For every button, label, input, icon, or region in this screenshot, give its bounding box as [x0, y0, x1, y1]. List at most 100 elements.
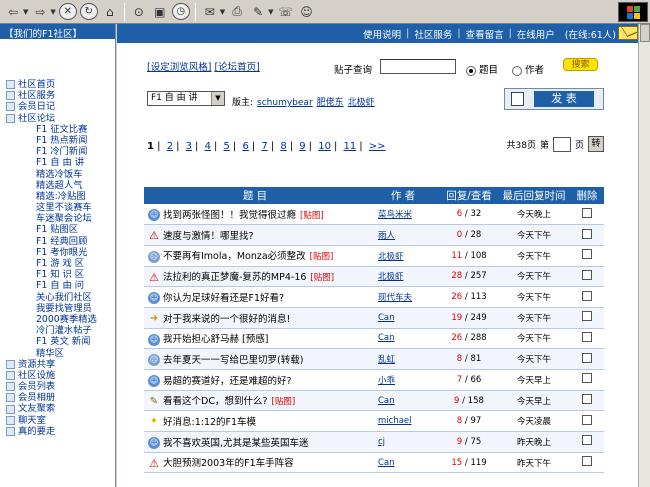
radio-title[interactable] [466, 65, 476, 76]
sidebar-item-facilities[interactable]: 社区设施 [0, 370, 115, 381]
sidebar-subitem[interactable]: F1 英文 新闻 [0, 336, 115, 347]
sidebar-subitem[interactable]: F1 征文比赛 [0, 124, 115, 135]
author-link[interactable]: 现代车夫 [378, 293, 412, 303]
search-icon[interactable]: ⊙ [130, 3, 148, 21]
delete-checkbox[interactable] [582, 352, 592, 363]
history-icon[interactable]: ◷ [171, 3, 190, 20]
delete-checkbox[interactable] [582, 414, 592, 425]
sidebar-subitem[interactable]: F1 热点新闻 [0, 135, 115, 146]
chevron-down-icon[interactable]: ▼ [211, 92, 224, 105]
scrollbar-thumb[interactable] [640, 24, 650, 42]
page-link[interactable]: 5 [224, 141, 230, 152]
delete-checkbox[interactable] [582, 373, 592, 384]
page-link[interactable]: 11 [344, 141, 357, 152]
goto-page-button[interactable]: 转 [588, 136, 604, 152]
page-link[interactable]: 9 [299, 141, 305, 152]
topic-link[interactable]: 法拉利的真正梦魔-复苏的MP4-16 [163, 272, 306, 283]
sidebar-item-resources[interactable]: 资源共享 [0, 359, 115, 370]
delete-checkbox[interactable] [582, 290, 592, 301]
moderator-link[interactable]: 肥佬东 [317, 98, 344, 108]
search-button[interactable]: 搜索 [563, 58, 598, 71]
page-link[interactable]: 2 [167, 141, 173, 152]
edit-icon[interactable]: ✎ [249, 3, 267, 21]
sidebar-item-chat[interactable]: 聊天室 [0, 415, 115, 426]
search-by-author[interactable]: 作者 [512, 62, 544, 76]
search-by-title[interactable]: 题目 [466, 62, 498, 76]
page-link[interactable]: 10 [318, 141, 331, 152]
page-link[interactable]: 4 [205, 141, 211, 152]
topic-link[interactable]: 易超的赛道好，还是难超的好? [163, 376, 292, 387]
page-link[interactable]: 3 [186, 141, 192, 152]
author-link[interactable]: 乱虹 [378, 355, 395, 365]
next-pages-link[interactable]: >> [369, 141, 386, 152]
sidebar-subitem[interactable]: F1 自 由 问 [0, 280, 115, 291]
page-number-input[interactable] [552, 136, 571, 152]
sidebar-subitem[interactable]: 车迷聚会论坛 [0, 213, 115, 224]
author-link[interactable]: Can [378, 458, 395, 468]
new-post-button[interactable]: 发 表 [504, 88, 604, 110]
topic-link[interactable]: 你认为足球好看还是F1好看? [163, 293, 284, 304]
topic-link[interactable]: 去年夏天一一写给巴里切罗(转载) [163, 355, 303, 366]
sidebar-subitem[interactable]: F1 冷门新闻 [0, 146, 115, 157]
radio-author[interactable] [512, 65, 522, 76]
sidebar-subitem[interactable]: 关心我们社区 [0, 292, 115, 303]
moderator-link[interactable]: 北极虾 [348, 98, 375, 108]
sidebar-item-home[interactable]: 社区首页 [0, 79, 115, 90]
sidebar-subitem[interactable]: F1 自 由 讲 [0, 157, 115, 168]
sidebar-subitem[interactable]: 精华区 [0, 348, 115, 359]
sidebar-subitem[interactable]: F1 贴图区 [0, 224, 115, 235]
sidebar-item-friends[interactable]: 文友聚索 [0, 403, 115, 414]
mail-dropdown-icon[interactable]: ▼ [220, 8, 225, 16]
sidebar-item-exit[interactable]: 真的要走 [0, 426, 115, 437]
topic-link[interactable]: 对于我来说的一个很好的消息! [163, 314, 290, 325]
sidebar-subitem[interactable]: F1 游 戏 区 [0, 258, 115, 269]
nav-help[interactable]: 使用说明 [363, 27, 401, 41]
nav-online-users[interactable]: 在线用户 [517, 27, 555, 41]
sidebar-subitem[interactable]: 2000赛季精选 [0, 314, 115, 325]
delete-checkbox[interactable] [582, 456, 592, 467]
search-input[interactable] [380, 59, 456, 74]
author-link[interactable]: 雨人 [378, 231, 395, 241]
author-link[interactable]: michael [378, 416, 412, 426]
forum-home-link[interactable]: [论坛首页] [214, 62, 259, 73]
sidebar-item-members[interactable]: 会员列表 [0, 381, 115, 392]
stop-icon[interactable]: ✕ [58, 3, 77, 20]
sidebar-subitem[interactable]: 精选超人气 [0, 180, 115, 191]
home-icon[interactable]: ⌂ [101, 3, 119, 21]
mail-icon[interactable]: ✉ [201, 3, 219, 21]
page-link[interactable]: 8 [280, 141, 286, 152]
back-dropdown-icon[interactable]: ▼ [23, 8, 28, 16]
vertical-scrollbar[interactable] [638, 24, 650, 487]
page-link[interactable]: 7 [261, 141, 267, 152]
print-icon[interactable]: ⎙ [228, 3, 246, 21]
delete-checkbox[interactable] [582, 207, 592, 218]
delete-checkbox[interactable] [582, 311, 592, 322]
delete-checkbox[interactable] [582, 228, 592, 239]
discuss-icon[interactable]: ☏ [277, 3, 295, 21]
author-link[interactable]: Can [378, 396, 395, 406]
author-link[interactable]: 北极虾 [378, 272, 404, 282]
topic-link[interactable]: 我开始担心舒马赫 [预感] [163, 334, 268, 345]
author-link[interactable]: Can [378, 333, 395, 343]
refresh-icon[interactable]: ↻ [79, 3, 98, 20]
sidebar-subitem[interactable]: 这里不谈赛车 [0, 202, 115, 213]
nav-messages[interactable]: 查看留言 [466, 27, 504, 41]
delete-checkbox[interactable] [582, 269, 592, 280]
sidebar-subitem[interactable]: 冷门灌水帖子 [0, 325, 115, 336]
sidebar-subitem[interactable]: 精选:冷贴图 [0, 191, 115, 202]
sidebar-subitem[interactable]: 精选冷饭车 [0, 169, 115, 180]
style-settings-link[interactable]: [设定浏览风格] [147, 62, 211, 73]
favorites-icon[interactable]: ▣ [151, 3, 169, 21]
edit-dropdown-icon[interactable]: ▼ [268, 8, 273, 16]
delete-checkbox[interactable] [582, 249, 592, 260]
forum-select[interactable]: F1 自 由 讲 ▼ [147, 91, 225, 106]
forward-dropdown-icon[interactable]: ▼ [50, 8, 55, 16]
sidebar-item-services[interactable]: 社区服务 [0, 90, 115, 101]
sidebar-item-forum[interactable]: 社区论坛 [0, 113, 115, 124]
author-link[interactable]: 小乖 [378, 376, 395, 386]
back-icon[interactable]: ⇦ [4, 3, 22, 21]
topic-link[interactable]: 好消息:1:12的F1车模 [163, 417, 256, 428]
delete-checkbox[interactable] [582, 435, 592, 446]
envelope-icon[interactable] [618, 26, 638, 40]
topic-link[interactable]: 看看这个DC，想到什么? [163, 396, 268, 407]
